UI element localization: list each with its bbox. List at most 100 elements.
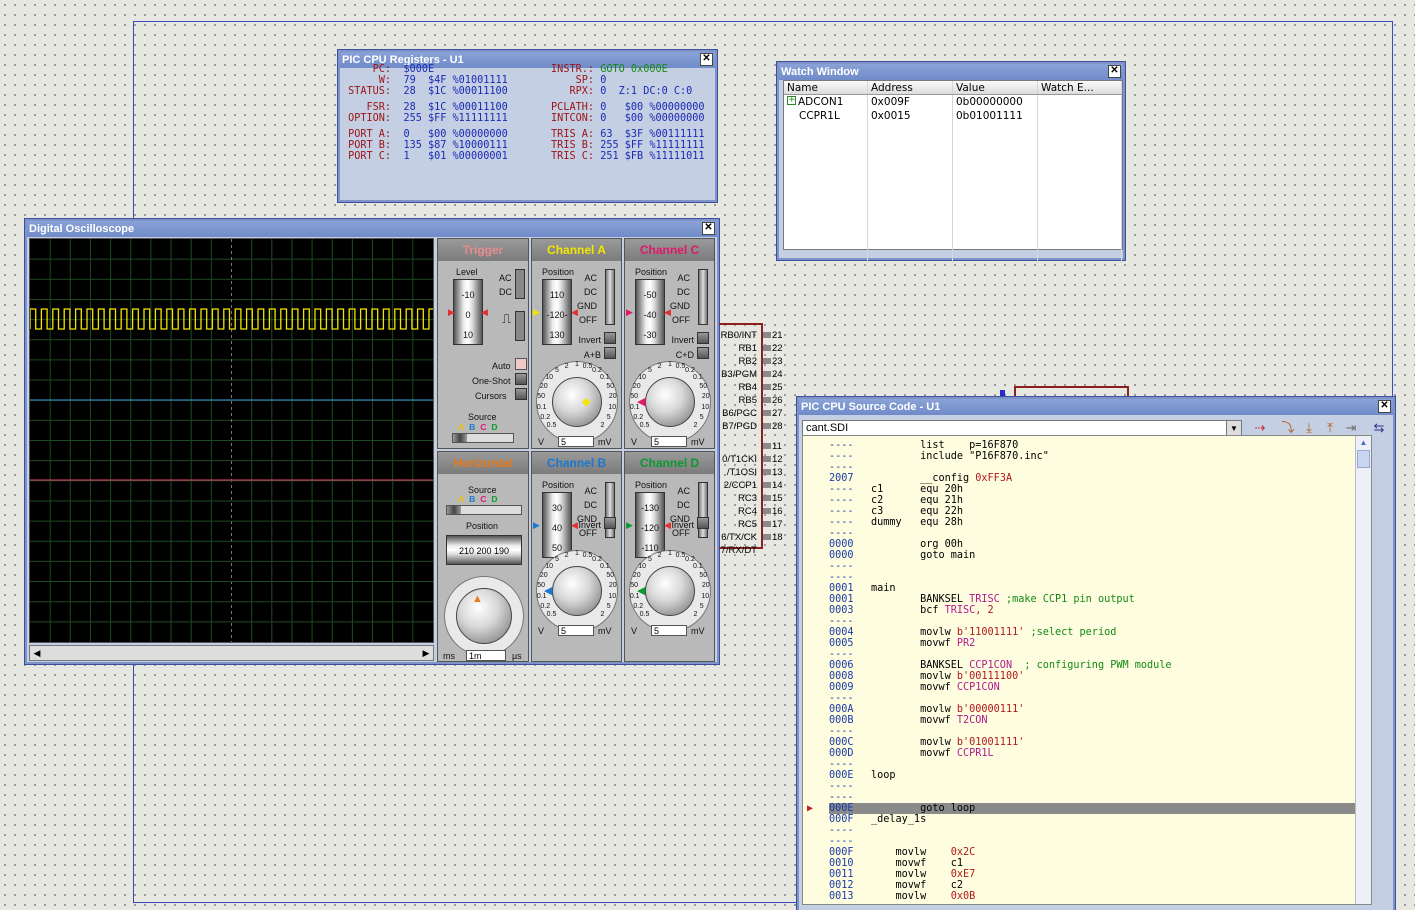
watch-row[interactable]: + ADCON1 0x009F 0b00000000: [784, 95, 1122, 109]
channel-d-volts-field[interactable]: 5: [651, 625, 687, 636]
source-line[interactable]: ----: [829, 836, 1369, 847]
close-icon[interactable]: ✕: [702, 222, 715, 235]
source-line[interactable]: 000D movwf CCPR1L: [829, 748, 1369, 759]
source-line[interactable]: 0001 main: [829, 583, 1369, 594]
watch-col-name[interactable]: Name: [784, 81, 868, 94]
registers-window[interactable]: PIC CPU Registers - U1 ✕ PC: $000E INSTR.…: [338, 50, 717, 202]
source-line[interactable]: 000B movwf T2CON: [829, 715, 1369, 726]
trigger-oneshot-button[interactable]: [515, 373, 527, 385]
source-line[interactable]: 0010 movwf c1: [829, 858, 1369, 869]
source-line[interactable]: 000C movlw b'01001111': [829, 737, 1369, 748]
source-line[interactable]: ----: [829, 781, 1369, 792]
watch-row[interactable]: CCPR1L 0x0015 0b01001111: [784, 109, 1122, 123]
source-line[interactable]: 0006 BANKSEL CCP1CON ; configuring PWM m…: [829, 660, 1369, 671]
channel-a-position-drum[interactable]: 110 -120- 130: [542, 279, 572, 345]
timebase-field[interactable]: 1m: [466, 650, 506, 661]
source-line[interactable]: ----: [829, 572, 1369, 583]
source-line[interactable]: ----: [829, 561, 1369, 572]
channel-b-volts-field[interactable]: 5: [558, 625, 594, 636]
channel-b-position-drum[interactable]: 30 40 50: [542, 492, 572, 558]
close-icon[interactable]: ✕: [1378, 400, 1391, 413]
channel-b-coupling-switch[interactable]: [605, 482, 615, 538]
source-line[interactable]: 0001 BANKSEL TRISC ;make CCP1 pin output: [829, 594, 1369, 605]
scope-screen[interactable]: [29, 238, 441, 643]
source-line[interactable]: 0008 movlw b'00111100': [829, 671, 1369, 682]
channel-d-coupling-switch[interactable]: [698, 482, 708, 538]
source-line[interactable]: 0005 movwf PR2: [829, 638, 1369, 649]
source-line[interactable]: ---- include "P16F870.inc": [829, 451, 1369, 462]
source-vertical-scrollbar[interactable]: ▲: [1355, 436, 1371, 904]
trigger-edge-switch[interactable]: [515, 311, 525, 341]
channel-d-position-drum[interactable]: -130 -120 -110: [635, 492, 665, 558]
source-code-area[interactable]: ---- list p=16F870 ---- include "P16F870.…: [802, 435, 1372, 905]
source-line[interactable]: ----: [829, 528, 1369, 539]
scroll-up-icon[interactable]: ▲: [1356, 436, 1371, 450]
oscilloscope-window[interactable]: Digital Oscilloscope ✕ ◀ ▶ Trigger Level …: [25, 219, 719, 664]
timebase-knob[interactable]: [456, 588, 512, 644]
close-icon[interactable]: ✕: [1108, 65, 1121, 78]
channel-c-invert-button[interactable]: [697, 332, 709, 344]
source-line[interactable]: 000A movlw b'00000111': [829, 704, 1369, 715]
source-line[interactable]: 000E loop: [829, 770, 1369, 781]
trigger-source-slider[interactable]: [452, 433, 514, 443]
scroll-left-icon[interactable]: ◀: [30, 646, 44, 660]
watch-col-value[interactable]: Value: [953, 81, 1038, 94]
source-line[interactable]: 0013 movlw 0x0B: [829, 891, 1369, 902]
watch-col-address[interactable]: Address: [868, 81, 953, 94]
channel-c-volts-field[interactable]: 5: [651, 436, 687, 447]
source-line[interactable]: 0000 org 00h: [829, 539, 1369, 550]
channel-d-volts-knob[interactable]: [645, 566, 695, 616]
source-line[interactable]: ▶ 000E goto loop: [807, 803, 1369, 814]
channel-b-volts-knob[interactable]: [552, 566, 602, 616]
source-line[interactable]: ---- c3 equ 22h: [829, 506, 1369, 517]
watch-col-expression[interactable]: Watch E...: [1038, 81, 1122, 94]
source-line[interactable]: 0004 movlw b'11001111' ;select period: [829, 627, 1369, 638]
channel-a-coupling-switch[interactable]: [605, 269, 615, 325]
channel-a-invert-button[interactable]: [604, 332, 616, 344]
source-line[interactable]: 0000 goto main: [829, 550, 1369, 561]
scroll-right-icon[interactable]: ▶: [419, 646, 433, 660]
source-line[interactable]: ----: [829, 825, 1369, 836]
scope-horizontal-scrollbar[interactable]: ◀ ▶: [29, 645, 434, 661]
toggle-breakpoint-icon[interactable]: ⇆: [1369, 419, 1389, 437]
source-line[interactable]: ----: [829, 792, 1369, 803]
source-line[interactable]: ---- c2 equ 21h: [829, 495, 1369, 506]
source-line[interactable]: ---- dummy equ 28h: [829, 517, 1369, 528]
watch-window[interactable]: Watch Window ✕ Name Address Value Watch E…: [777, 62, 1125, 263]
source-line[interactable]: 0003 bcf TRISC, 2: [829, 605, 1369, 616]
expand-icon[interactable]: +: [787, 96, 796, 105]
source-line[interactable]: ----: [829, 616, 1369, 627]
source-titlebar[interactable]: PIC CPU Source Code - U1 ✕: [799, 399, 1393, 415]
source-line[interactable]: 0009 movwf CCP1CON: [829, 682, 1369, 693]
chevron-down-icon[interactable]: ▼: [1226, 421, 1241, 436]
channel-c-position-drum[interactable]: -50 -40 -30: [635, 279, 665, 345]
source-line[interactable]: ----: [829, 649, 1369, 660]
source-line[interactable]: ----: [829, 726, 1369, 737]
oscilloscope-titlebar[interactable]: Digital Oscilloscope ✕: [27, 221, 717, 237]
source-line[interactable]: ---- c1 equ 20h: [829, 484, 1369, 495]
source-line[interactable]: 000F movlw 0x2C: [829, 847, 1369, 858]
channel-d-invert-button[interactable]: [697, 517, 709, 529]
source-line[interactable]: ----: [829, 759, 1369, 770]
source-line[interactable]: ----: [829, 462, 1369, 473]
source-line[interactable]: ----: [829, 693, 1369, 704]
trigger-auto-button[interactable]: [515, 358, 527, 370]
source-window[interactable]: PIC CPU Source Code - U1 ✕ cant.SDI ▼ ⇢ ⤵…: [797, 397, 1395, 910]
pic-pin[interactable]: 7/RX/DT: [719, 545, 789, 557]
source-line[interactable]: 000F _delay_1s: [829, 814, 1369, 825]
trigger-level-drum[interactable]: -10 0 10: [453, 279, 483, 345]
channel-a-volts-knob[interactable]: [552, 377, 602, 427]
channel-a-combine-button[interactable]: [604, 347, 616, 359]
channel-c-volts-knob[interactable]: [645, 377, 695, 427]
channel-c-coupling-switch[interactable]: [698, 269, 708, 325]
scroll-thumb[interactable]: [1357, 450, 1370, 468]
source-line[interactable]: 0012 movwf c2: [829, 880, 1369, 891]
source-line[interactable]: 2007 __config 0xFF3A: [829, 473, 1369, 484]
watch-titlebar[interactable]: Watch Window ✕: [779, 64, 1123, 80]
channel-a-volts-field[interactable]: 5: [558, 436, 594, 447]
channel-c-combine-button[interactable]: [697, 347, 709, 359]
channel-b-invert-button[interactable]: [604, 517, 616, 529]
source-line[interactable]: 0011 movlw 0xE7: [829, 869, 1369, 880]
trigger-coupling-switch[interactable]: [515, 269, 525, 299]
horizontal-source-slider[interactable]: [446, 505, 522, 515]
